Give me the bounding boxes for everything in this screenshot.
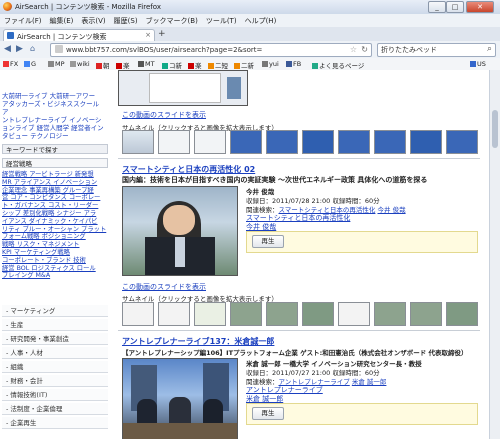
site-favicon-icon — [7, 32, 14, 39]
sidebar-program-links[interactable]: 大前研一ライブ 大前研一アワー アタッカーズ・ビジネススクール ア ントレプレナ… — [2, 92, 106, 140]
search-icon[interactable]: ⌕ — [487, 44, 492, 54]
thumbnail-image[interactable] — [374, 302, 406, 326]
video-player[interactable] — [122, 186, 238, 276]
result-subtitle: 国内編：技術を日本が目指すべき国内の実証実験 ～次世代エネルギー政策 具体化への… — [122, 176, 428, 184]
thumbnail-image[interactable] — [374, 130, 406, 154]
slide-link[interactable]: この動画のスライドを表示 — [122, 282, 206, 292]
new-tab-button[interactable]: + — [158, 29, 166, 39]
thumbnail-image[interactable] — [302, 130, 334, 154]
minimize-button[interactable]: _ — [428, 1, 446, 13]
menu-tools[interactable]: ツール(T) — [202, 14, 241, 28]
search-input[interactable]: 折りたたみベッド — [381, 45, 437, 55]
thumbnail-image[interactable] — [338, 130, 370, 154]
sidebar-item-it[interactable]: - 情報技術(IT) — [2, 389, 108, 401]
reload-icon[interactable]: ↻ — [361, 45, 368, 54]
bookmark-item[interactable]: FX — [3, 60, 18, 68]
thumbnail-image[interactable] — [194, 302, 226, 326]
tab-close-icon[interactable]: × — [145, 31, 151, 39]
navigation-bar: ◀ ▶ ⌂ www.bbt757.com/svlBOS/user/airsear… — [0, 41, 500, 59]
bookmark-item[interactable]: 楽 — [116, 60, 130, 70]
menu-help[interactable]: ヘルプ(H) — [241, 14, 281, 28]
maximize-button[interactable]: □ — [446, 1, 464, 13]
thumbnail-image[interactable] — [338, 302, 370, 326]
sidebar-item-production[interactable]: - 生産 — [2, 319, 108, 331]
slide-link[interactable]: この動画のスライドを表示 — [122, 110, 206, 120]
keyword-search-header[interactable]: キーワードで探す — [2, 144, 108, 154]
bookmark-item[interactable]: 二短 — [208, 60, 228, 70]
bookmark-item[interactable]: MP — [48, 60, 65, 68]
result-title[interactable]: スマートシティと日本の再活性化 02 — [122, 164, 255, 175]
thumbnail-image[interactable] — [410, 130, 442, 154]
result-title[interactable]: アントレプレナーライブ137：米倉誠一郎 — [122, 336, 274, 347]
window-titlebar: AirSearch | コンテンツ検索 - Mozilla Firefox _ … — [0, 0, 500, 15]
bookmark-star-icon[interactable]: ☆ — [350, 45, 357, 54]
scrollbar-thumb[interactable] — [492, 110, 498, 148]
close-window-button[interactable]: ✕ — [466, 1, 494, 13]
home-icon[interactable]: ⌂ — [30, 44, 35, 53]
tab-bar: AirSearch | コンテンツ検索 × + — [0, 27, 500, 42]
bookmark-item[interactable]: yui — [262, 60, 279, 68]
back-arrow-icon[interactable]: ◀ — [4, 44, 11, 54]
thumbnail-image[interactable] — [410, 302, 442, 326]
menu-file[interactable]: ファイル(F) — [0, 14, 46, 28]
play-button[interactable]: 再生 — [252, 235, 284, 248]
thumbnail-image[interactable] — [230, 302, 262, 326]
divider — [118, 330, 480, 331]
sidebar-item-marketing[interactable]: - マーケティング — [2, 305, 108, 317]
bookmark-item[interactable]: 楽 — [188, 60, 202, 70]
url-bar[interactable]: www.bbt757.com/svlBOS/user/airsearch?pag… — [50, 43, 372, 57]
bookmark-item[interactable]: 二新 — [234, 60, 254, 70]
forward-arrow-icon[interactable]: ▶ — [16, 44, 23, 54]
result-subtitle: 【アントレプレナーシップ編106】ITプラットフォーム企業 ゲスト:和田憲治氏（… — [122, 349, 468, 357]
search-box[interactable]: 折りたたみベッド ⌕ — [377, 43, 496, 57]
sidebar-item-rnd[interactable]: - 研究開発・事業創造 — [2, 333, 108, 345]
sidebar-item-organization[interactable]: - 組織 — [2, 361, 108, 373]
sidebar-item-hr[interactable]: - 人事・人材 — [2, 347, 108, 359]
results-list: この動画のスライドを表示 サムネイル（クリックすると画像を拡大表示します） スマ… — [118, 70, 484, 439]
thumbnail-image[interactable] — [266, 130, 298, 154]
thumbnail-image[interactable] — [446, 130, 478, 154]
keyword-links[interactable]: 経営戦略 アービトラージ 新発想 MR アライアンス イノベーション 企業理念 … — [2, 171, 108, 280]
menu-history[interactable]: 履歴(S) — [110, 14, 142, 28]
video-slide-preview[interactable] — [118, 70, 248, 106]
window-title: AirSearch | コンテンツ検索 - Mozilla Firefox — [15, 3, 161, 11]
category-strategy-header[interactable]: 経営戦略 — [2, 158, 108, 168]
bookmark-item[interactable]: US — [470, 60, 486, 68]
menu-bar: ファイル(F) 編集(E) 表示(V) 履歴(S) ブックマーク(B) ツール(T) ヘルプ… — [0, 14, 500, 28]
bookmark-item[interactable]: よく見るページ — [312, 60, 364, 70]
menu-edit[interactable]: 編集(E) — [46, 14, 78, 28]
thumbnail-image[interactable] — [266, 302, 298, 326]
bookmark-item[interactable]: wiki — [70, 60, 90, 68]
sidebar-item-revival[interactable]: - 企業再生 — [2, 417, 108, 429]
sidebar: 大前研一ライブ 大前研一アワー アタッカーズ・ビジネススクール ア ントレプレナ… — [0, 70, 110, 439]
url-text: www.bbt757.com/svlBOS/user/airsearch?pag… — [66, 46, 263, 54]
play-button[interactable]: 再生 — [252, 407, 284, 420]
firefox-logo-icon — [3, 2, 12, 11]
thumbnail-image[interactable] — [158, 302, 190, 326]
bookmark-item[interactable]: コ新 — [162, 60, 182, 70]
thumbnail-image[interactable] — [446, 302, 478, 326]
bookmark-item[interactable]: 朝 — [96, 60, 110, 70]
site-identity-icon — [55, 45, 63, 53]
menu-view[interactable]: 表示(V) — [77, 14, 109, 28]
sidebar-item-finance[interactable]: - 財務・会計 — [2, 375, 108, 387]
bookmark-item[interactable]: MT — [138, 60, 155, 68]
thumbnail-image[interactable] — [230, 130, 262, 154]
menu-bookmarks[interactable]: ブックマーク(B) — [142, 14, 202, 28]
thumbnail-image[interactable] — [302, 302, 334, 326]
thumbnail-image[interactable] — [158, 130, 190, 154]
thumbnail-image[interactable] — [194, 130, 226, 154]
divider — [118, 158, 480, 159]
page-content: 大前研一ライブ 大前研一アワー アタッカーズ・ビジネススクール ア ントレプレナ… — [0, 70, 489, 439]
page-scrollbar[interactable] — [489, 70, 500, 439]
thumbnail-image[interactable] — [122, 130, 154, 154]
video-player[interactable] — [122, 358, 238, 439]
bookmark-item[interactable]: FB — [286, 60, 301, 68]
sidebar-item-legal[interactable]: - 法制度・企業倫理 — [2, 403, 108, 415]
bookmark-item[interactable]: G — [24, 60, 36, 68]
thumbnail-image[interactable] — [122, 302, 154, 326]
